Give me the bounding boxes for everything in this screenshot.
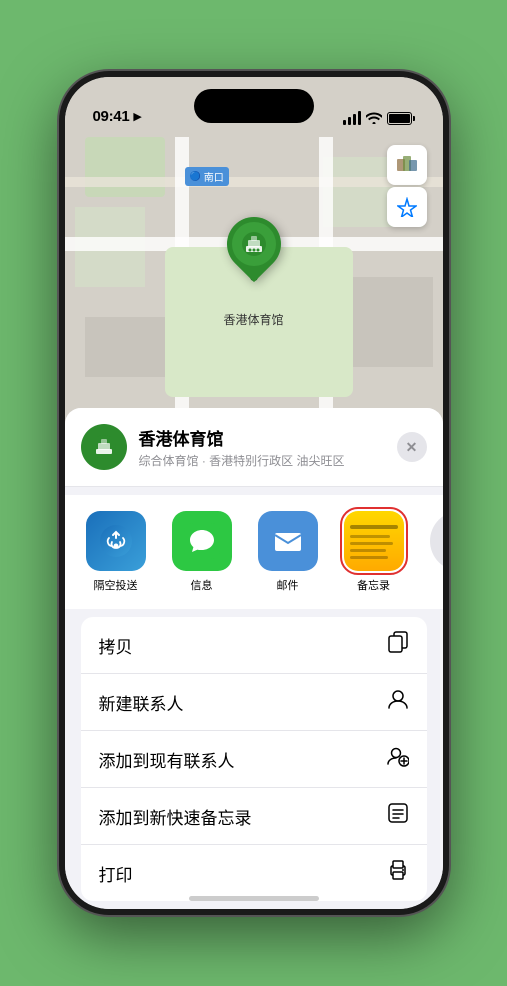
status-time: 09:41 — [93, 108, 130, 125]
copy-icon — [387, 631, 409, 659]
new-contact-icon — [387, 688, 409, 716]
location-card: 香港体育馆 综合体育馆 · 香港特别行政区 油尖旺区 ✕ — [65, 408, 443, 487]
marker-pin-inner — [231, 222, 275, 266]
marker-pin — [215, 206, 291, 282]
mail-icon — [258, 511, 318, 571]
action-add-quick-note[interactable]: 添加到新快速备忘录 — [81, 788, 427, 845]
dynamic-island — [194, 89, 314, 123]
airdrop-icon — [86, 511, 146, 571]
notes-icon — [344, 511, 404, 571]
print-icon — [387, 859, 409, 887]
map-type-button[interactable] — [387, 145, 427, 185]
location-subtitle: 综合体育馆 · 香港特别行政区 油尖旺区 — [139, 452, 385, 469]
action-list: 拷贝 新建联系人 — [81, 617, 427, 901]
mail-label: 邮件 — [277, 577, 299, 593]
location-card-icon — [81, 424, 127, 470]
action-print[interactable]: 打印 — [81, 845, 427, 901]
location-name: 香港体育馆 — [139, 425, 385, 450]
battery-icon — [387, 112, 415, 125]
notes-label: 备忘录 — [357, 577, 390, 593]
add-contact-icon — [387, 745, 409, 773]
airdrop-label: 隔空投送 — [94, 577, 138, 593]
signal-bars — [343, 111, 361, 125]
map-blue-label: 🔵 南口 — [185, 167, 229, 186]
share-app-more[interactable] — [425, 511, 443, 577]
share-app-messages[interactable]: 信息 — [167, 511, 237, 593]
close-button[interactable]: ✕ — [397, 432, 427, 462]
action-new-contact-label: 新建联系人 — [99, 690, 184, 715]
action-copy-label: 拷贝 — [99, 633, 133, 658]
marker-label: 香港体育馆 — [223, 311, 283, 328]
location-info: 香港体育馆 综合体育馆 · 香港特别行政区 油尖旺区 — [139, 425, 385, 469]
messages-label: 信息 — [191, 577, 213, 593]
action-new-contact[interactable]: 新建联系人 — [81, 674, 427, 731]
share-app-airdrop[interactable]: 隔空投送 — [81, 511, 151, 593]
share-apps-row: 隔空投送 信息 — [65, 495, 443, 609]
notes-lines — [344, 517, 404, 565]
more-icon — [430, 511, 443, 571]
phone-frame: 09:41 ▶ — [59, 71, 449, 915]
action-print-label: 打印 — [99, 861, 133, 886]
share-app-mail[interactable]: 邮件 — [253, 511, 323, 593]
location-button[interactable] — [387, 187, 427, 227]
action-add-existing-label: 添加到现有联系人 — [99, 747, 235, 772]
phone-screen: 09:41 ▶ — [65, 77, 443, 909]
location-arrow-icon: ▶ — [133, 110, 141, 123]
home-indicator — [189, 896, 319, 901]
status-icons — [343, 111, 415, 125]
map-marker: 香港体育馆 — [223, 217, 283, 328]
wifi-icon — [366, 112, 382, 124]
quick-note-icon — [387, 802, 409, 830]
map-controls — [387, 145, 427, 227]
action-add-quick-note-label: 添加到新快速备忘录 — [99, 804, 252, 829]
share-app-notes[interactable]: 备忘录 — [339, 511, 409, 593]
bottom-sheet: 香港体育馆 综合体育馆 · 香港特别行政区 油尖旺区 ✕ — [65, 408, 443, 909]
messages-icon — [172, 511, 232, 571]
action-add-existing-contact[interactable]: 添加到现有联系人 — [81, 731, 427, 788]
action-copy[interactable]: 拷贝 — [81, 617, 427, 674]
